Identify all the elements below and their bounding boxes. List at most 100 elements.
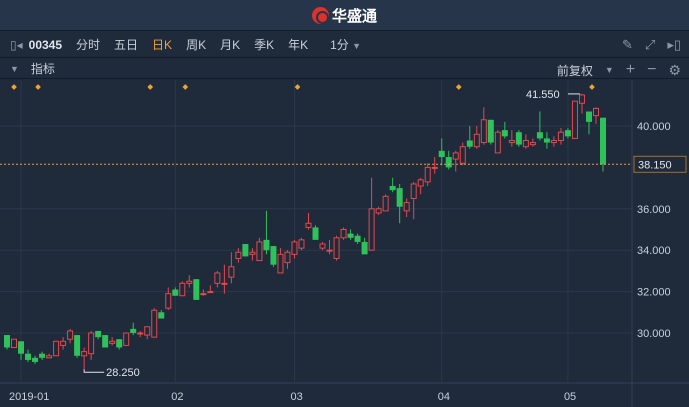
candle-body	[305, 222, 312, 228]
candle-body	[95, 330, 102, 338]
adjust-dropdown[interactable]: 前复权	[557, 62, 593, 79]
candle-body	[53, 340, 60, 357]
tab-monthly-k[interactable]: 月K	[220, 36, 240, 53]
interval-value: 1分	[330, 38, 349, 52]
settings-gear-icon[interactable]: ⚙	[668, 62, 681, 79]
candle-body	[18, 341, 25, 354]
candle-body	[11, 338, 18, 348]
candle-body	[494, 131, 501, 154]
candle-body	[102, 335, 109, 348]
candle-body	[270, 246, 277, 265]
logo-icon	[311, 6, 329, 24]
candle-body	[172, 289, 179, 296]
candle-body	[410, 183, 417, 199]
collapse-triangle-icon[interactable]: ▼	[10, 64, 19, 74]
x-tick-label: 2019-01	[9, 391, 49, 403]
plus-icon[interactable]: +	[626, 61, 635, 79]
event-marker-icon	[182, 84, 189, 90]
event-marker-icon	[294, 84, 301, 90]
candle-body	[298, 239, 305, 249]
candle-body	[319, 243, 326, 249]
tab-daily-k[interactable]: 日K	[152, 36, 172, 53]
collapse-left-icon[interactable]: ▯◂	[10, 38, 23, 52]
candle-body	[508, 139, 515, 144]
interval-dropdown[interactable]: 1分 ▼	[330, 36, 361, 53]
y-tick-label: 34.000	[637, 245, 671, 257]
candle-body	[550, 139, 557, 144]
candle-body	[403, 202, 410, 212]
min-price-label: 28.250	[106, 367, 140, 379]
x-tick-label: 04	[438, 391, 450, 403]
candle-body	[179, 282, 186, 297]
candle-body	[291, 241, 298, 255]
indicator-label[interactable]: 指标	[31, 60, 55, 77]
candle-body	[193, 279, 200, 300]
candle-body	[600, 117, 606, 165]
candle-body	[4, 335, 10, 348]
candle-body	[228, 266, 235, 278]
pencil-icon[interactable]: ✎	[622, 37, 633, 53]
candle-body	[501, 130, 508, 137]
candle-body	[109, 340, 116, 344]
candle-body	[123, 332, 130, 346]
candle-body	[186, 280, 193, 284]
candle-body	[438, 150, 445, 158]
event-marker-icon	[11, 84, 17, 90]
candle-body	[424, 166, 431, 183]
candle-body	[375, 208, 382, 214]
fullscreen-icon[interactable]: ⤢	[645, 37, 655, 53]
candle-body	[466, 140, 473, 147]
candle-body	[32, 357, 39, 362]
max-price-label: 41.550	[526, 89, 560, 101]
candle-body	[522, 139, 529, 148]
candle-body	[200, 293, 207, 296]
candle-body	[137, 332, 144, 335]
y-tick-label: 36.000	[637, 204, 671, 216]
tab-five-day[interactable]: 五日	[114, 36, 138, 53]
candle-body	[515, 132, 522, 145]
candle-body	[347, 233, 354, 238]
candle-body	[277, 253, 284, 274]
candle-body	[326, 249, 333, 252]
x-tick-label: 02	[171, 391, 183, 403]
candlestick-chart[interactable]: 30.000 32.000 34.000 36.000 40.000 2019-01 02 0…	[0, 80, 689, 407]
candle-body	[284, 251, 291, 264]
tab-weekly-k[interactable]: 周K	[186, 36, 206, 53]
min-leader-line	[83, 369, 105, 373]
candle-body	[263, 239, 270, 251]
x-tick-label: 05	[564, 391, 576, 403]
tab-intraday[interactable]: 分时	[76, 36, 100, 53]
last-price-label: 38.150	[638, 159, 672, 171]
candle-body	[452, 152, 459, 160]
candle-body	[480, 119, 487, 144]
candle-body	[389, 186, 396, 191]
candle-body	[46, 355, 53, 359]
app-name: 华盛通	[331, 7, 377, 25]
candle-body	[473, 133, 480, 148]
y-tick-label: 32.000	[637, 287, 671, 299]
candle-body	[67, 330, 74, 340]
candle-body	[333, 237, 340, 259]
expand-right-icon[interactable]: ▸▯	[667, 37, 681, 53]
candle-body	[60, 340, 67, 346]
candle-body	[312, 227, 319, 240]
candle-body	[592, 107, 599, 117]
stock-code: 00345	[28, 37, 63, 52]
candle-body	[144, 326, 151, 336]
tab-quarterly-k[interactable]: 季K	[254, 36, 274, 53]
candle-body	[417, 179, 424, 187]
minus-icon[interactable]: −	[647, 61, 656, 79]
candle-body	[585, 111, 592, 122]
chevron-down-icon[interactable]: ▼	[605, 65, 614, 75]
y-tick-label: 40.000	[637, 121, 671, 133]
tab-yearly-k[interactable]: 年K	[288, 36, 308, 53]
period-toolbar: ▯◂ 00345 分时 五日 日K 周K 月K 季K 年K 1分 ▼ ✎ ⤢ ▸…	[0, 32, 689, 58]
candle-body	[207, 291, 214, 294]
candle-body	[431, 166, 438, 169]
chevron-down-icon: ▼	[352, 41, 362, 51]
candle-body	[564, 130, 571, 137]
candle-body	[529, 142, 536, 146]
candle-body	[543, 138, 550, 143]
candle-body	[396, 188, 403, 207]
app-logo: 华盛通	[311, 5, 377, 26]
